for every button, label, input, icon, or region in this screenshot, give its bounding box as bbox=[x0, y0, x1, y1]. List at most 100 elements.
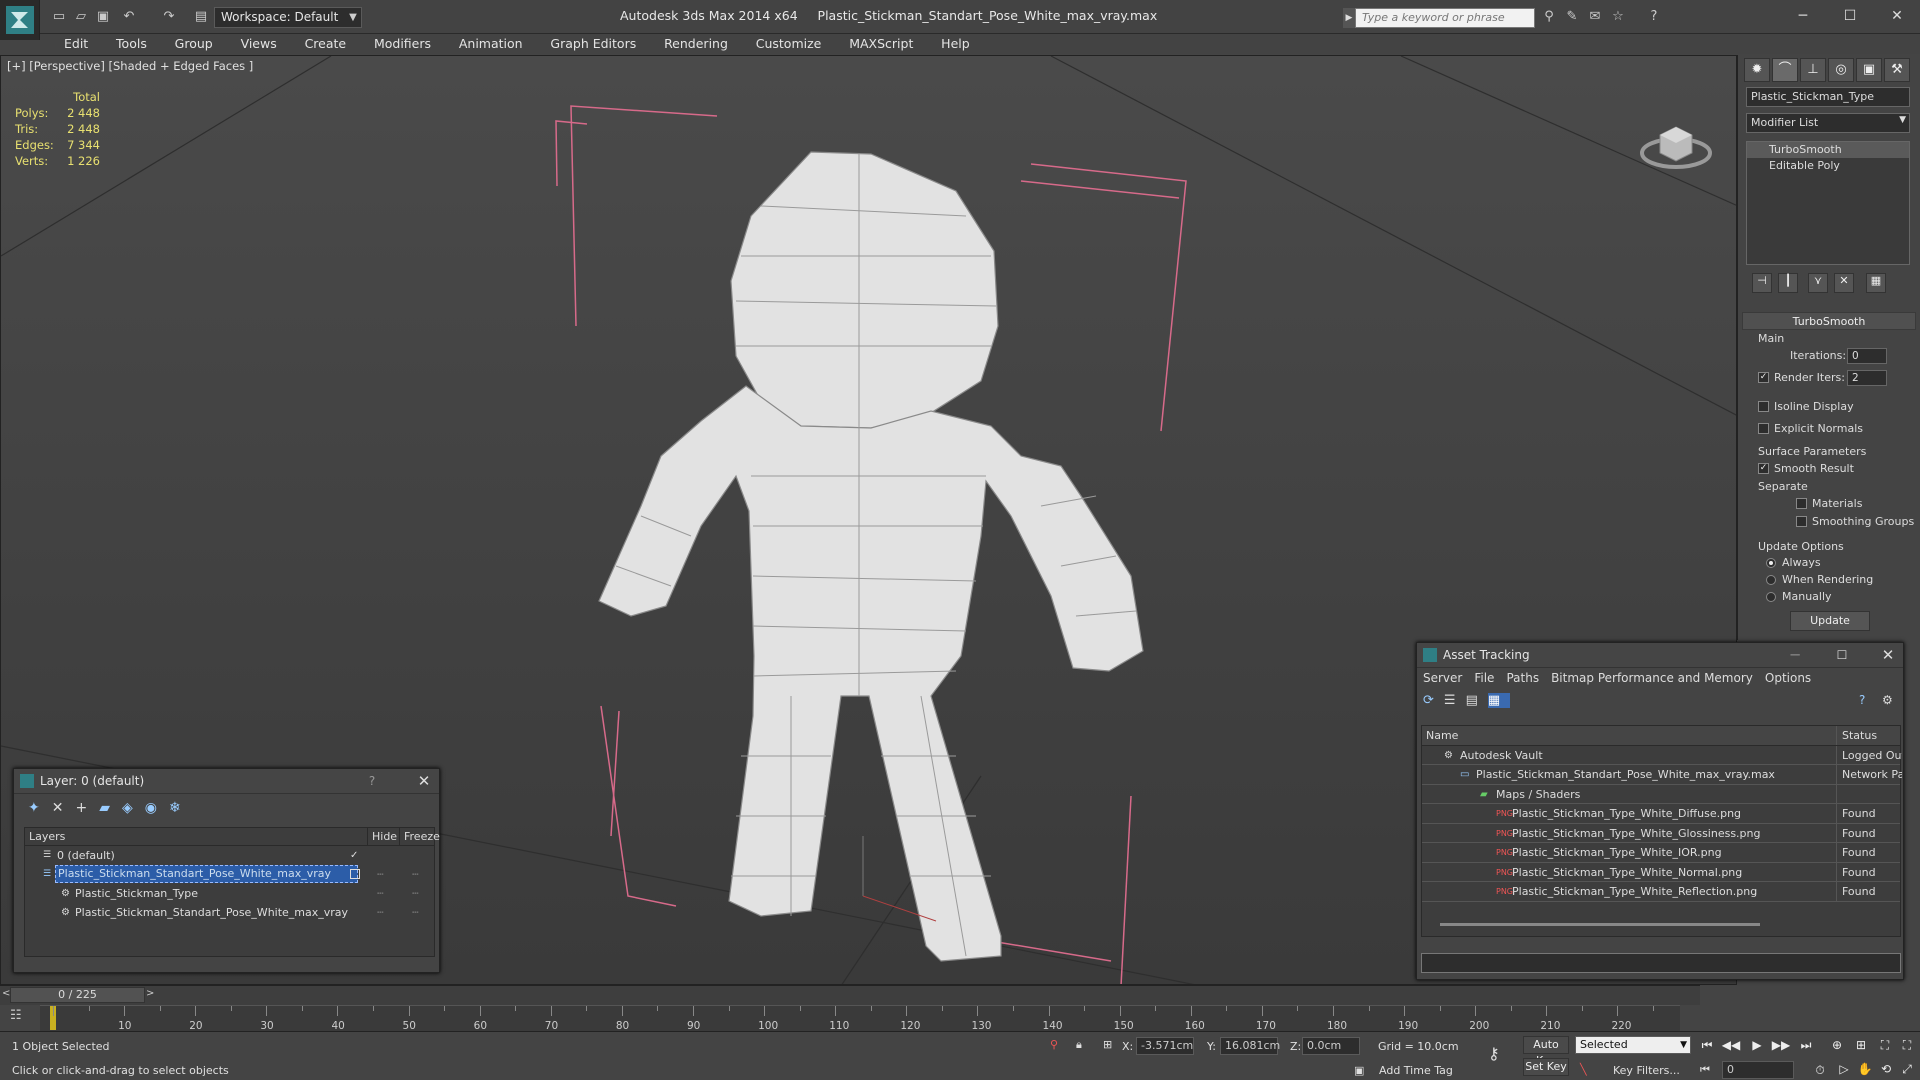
project-folder-icon[interactable]: ▤ bbox=[192, 8, 210, 26]
communication-icon[interactable]: ✉ bbox=[1586, 8, 1604, 26]
z-coord-field[interactable]: 0.0cm bbox=[1302, 1037, 1360, 1055]
asset-menu-bitmap[interactable]: Bitmap Performance and Memory bbox=[1545, 671, 1759, 685]
set-key-button[interactable]: Set Key bbox=[1523, 1058, 1569, 1076]
asset-row[interactable]: PNG Plastic_Stickman_Type_White_Diffuse.… bbox=[1422, 804, 1900, 824]
asset-row[interactable]: PNG Plastic_Stickman_Type_White_Normal.p… bbox=[1422, 862, 1900, 882]
refresh-icon[interactable]: ⟳ bbox=[1423, 693, 1444, 708]
redo-icon[interactable]: ↷ bbox=[160, 8, 178, 26]
set-key-icon[interactable]: ⚷ bbox=[1488, 1044, 1500, 1063]
select-objects-icon[interactable]: ▰ bbox=[99, 800, 122, 816]
freeze-column-header[interactable]: Freeze bbox=[399, 828, 440, 846]
asset-menu-file[interactable]: File bbox=[1468, 671, 1500, 685]
open-file-icon[interactable]: ▱ bbox=[72, 8, 90, 26]
layer-row[interactable]: ⚙ Plastic_Stickman_Standart_Pose_White_m… bbox=[25, 903, 434, 922]
search-input[interactable]: Type a keyword or phrase bbox=[1355, 8, 1535, 28]
motion-tab-icon[interactable]: ◎ bbox=[1828, 58, 1854, 82]
smooth-result-checkbox[interactable]: ✓ bbox=[1758, 463, 1769, 474]
minimize-icon[interactable]: ─ bbox=[1786, 4, 1820, 28]
asset-row[interactable]: ⚙ Autodesk Vault Logged Out bbox=[1422, 745, 1902, 765]
isoline-display-checkbox[interactable] bbox=[1758, 401, 1769, 412]
binoculars-icon[interactable]: ⚲ bbox=[1540, 8, 1558, 26]
previous-frame-icon[interactable]: ◀◀ bbox=[1721, 1036, 1741, 1054]
go-to-end-icon[interactable]: ⏭ bbox=[1796, 1036, 1816, 1054]
name-column-header[interactable]: Name bbox=[1426, 726, 1458, 745]
lock-selection-icon[interactable]: 🔒︎ bbox=[1076, 1038, 1082, 1052]
menu-tools[interactable]: Tools bbox=[104, 34, 159, 54]
play-icon[interactable]: ▶ bbox=[1747, 1036, 1767, 1054]
minimize-icon[interactable]: ─ bbox=[1782, 643, 1808, 668]
search-expand-icon[interactable]: ▶ bbox=[1343, 8, 1355, 28]
materials-checkbox[interactable] bbox=[1796, 498, 1807, 509]
freeze-toggle[interactable]: ┄ bbox=[412, 865, 419, 884]
remove-modifier-icon[interactable]: ✕ bbox=[1834, 273, 1854, 293]
smoothing-groups-checkbox[interactable] bbox=[1796, 516, 1807, 527]
isolate-icon[interactable]: ⚲ bbox=[1050, 1038, 1058, 1051]
menu-edit[interactable]: Edit bbox=[52, 34, 100, 54]
modifier-list-dropdown[interactable]: Modifier List ▼ bbox=[1746, 113, 1910, 133]
x-coord-field[interactable]: -3.571cm bbox=[1136, 1037, 1194, 1055]
asset-menu-options[interactable]: Options bbox=[1759, 671, 1817, 685]
display-tab-icon[interactable]: ▣ bbox=[1856, 58, 1882, 82]
when-rendering-radio[interactable] bbox=[1766, 575, 1776, 585]
zoom-all-icon[interactable]: ⊞ bbox=[1851, 1036, 1871, 1054]
help-icon[interactable]: ? bbox=[1645, 8, 1663, 26]
add-time-tag-button[interactable]: Add Time Tag bbox=[1379, 1064, 1453, 1077]
current-frame-field[interactable]: 0 bbox=[1722, 1061, 1794, 1079]
auto-key-button[interactable]: Auto Key bbox=[1523, 1036, 1569, 1067]
zoom-extents-all-icon[interactable]: ⛶ bbox=[1897, 1036, 1917, 1054]
close-icon[interactable]: ✕ bbox=[411, 769, 437, 794]
status-column-header[interactable]: Status bbox=[1836, 726, 1902, 745]
layer-row[interactable]: ⚙ Plastic_Stickman_Type ┄ ┄ bbox=[25, 884, 434, 903]
close-icon[interactable]: ✕ bbox=[1875, 643, 1901, 668]
detail-view-icon[interactable]: ▤ bbox=[1466, 693, 1488, 708]
always-radio[interactable] bbox=[1766, 558, 1776, 568]
maximize-viewport-icon[interactable]: ⤢ bbox=[1897, 1060, 1917, 1078]
time-tag-icon[interactable]: ▣ bbox=[1354, 1064, 1364, 1077]
mini-curve-editor-icon[interactable]: ☷ bbox=[10, 1008, 32, 1028]
key-mode-toggle-icon[interactable]: ⏮ bbox=[1700, 1063, 1710, 1077]
app-logo-button[interactable] bbox=[0, 0, 40, 40]
save-file-icon[interactable]: ▣ bbox=[94, 8, 112, 26]
create-tab-icon[interactable]: ✹ bbox=[1744, 58, 1770, 82]
asset-menu-paths[interactable]: Paths bbox=[1500, 671, 1545, 685]
key-mode-dropdown[interactable]: Selected ▼ bbox=[1575, 1036, 1691, 1054]
absolute-mode-icon[interactable]: ⊞ bbox=[1103, 1038, 1112, 1051]
menu-help[interactable]: Help bbox=[929, 34, 982, 54]
time-config-icon[interactable]: ⏱ bbox=[1810, 1061, 1830, 1079]
menu-customize[interactable]: Customize bbox=[744, 34, 834, 54]
freeze-all-icon[interactable]: ❄ bbox=[169, 800, 193, 816]
pin-stack-icon[interactable]: ⊣ bbox=[1752, 273, 1772, 293]
hierarchy-tab-icon[interactable]: ⊥ bbox=[1800, 58, 1826, 82]
next-frame-icon[interactable]: ▶▶ bbox=[1771, 1036, 1791, 1054]
settings-icon[interactable]: ⚙ bbox=[1882, 693, 1893, 707]
hide-toggle[interactable]: ┄ bbox=[377, 865, 384, 884]
asset-path-field[interactable] bbox=[1421, 953, 1901, 973]
menu-group[interactable]: Group bbox=[163, 34, 225, 54]
layer-row[interactable]: ☰ 0 (default) ✓ bbox=[25, 846, 434, 865]
manually-radio[interactable] bbox=[1766, 592, 1776, 602]
object-name-field[interactable]: Plastic_Stickman_Type bbox=[1746, 87, 1910, 107]
configure-sets-icon[interactable]: ▦ bbox=[1866, 273, 1886, 293]
y-coord-field[interactable]: 16.081cm bbox=[1220, 1037, 1280, 1055]
hide-all-icon[interactable]: ◉ bbox=[145, 800, 169, 816]
subscription-icon[interactable]: ✎ bbox=[1563, 8, 1581, 26]
new-layer-icon[interactable]: ✦ bbox=[28, 800, 52, 816]
chevron-down-icon[interactable]: ▼ bbox=[344, 7, 362, 28]
hide-toggle[interactable]: ┄ bbox=[377, 903, 384, 922]
time-slider-track[interactable]: < > bbox=[0, 985, 1700, 1005]
modify-tab-icon[interactable]: ⌒ bbox=[1772, 58, 1798, 82]
workspace-dropdown[interactable]: Workspace: Default bbox=[214, 7, 362, 28]
update-button[interactable]: Update bbox=[1790, 611, 1870, 631]
menu-modifiers[interactable]: Modifiers bbox=[362, 34, 443, 54]
make-unique-icon[interactable]: ⋎ bbox=[1808, 273, 1828, 293]
delete-layer-icon[interactable]: ✕ bbox=[52, 800, 76, 816]
close-icon[interactable]: ✕ bbox=[1880, 4, 1914, 28]
stack-item-editable-poly[interactable]: Editable Poly bbox=[1747, 158, 1909, 174]
highlight-layer-icon[interactable]: ◈ bbox=[122, 800, 145, 816]
zoom-icon[interactable]: ⊕ bbox=[1827, 1036, 1847, 1054]
key-filters-button[interactable]: Key Filters... bbox=[1613, 1064, 1680, 1077]
asset-row[interactable]: ▰ Maps / Shaders bbox=[1422, 784, 1900, 804]
hide-toggle[interactable]: ┄ bbox=[377, 884, 384, 903]
field-of-view-icon[interactable]: ▷ bbox=[1834, 1060, 1854, 1078]
asset-row[interactable]: ▭ Plastic_Stickman_Standart_Pose_White_m… bbox=[1422, 765, 1902, 785]
